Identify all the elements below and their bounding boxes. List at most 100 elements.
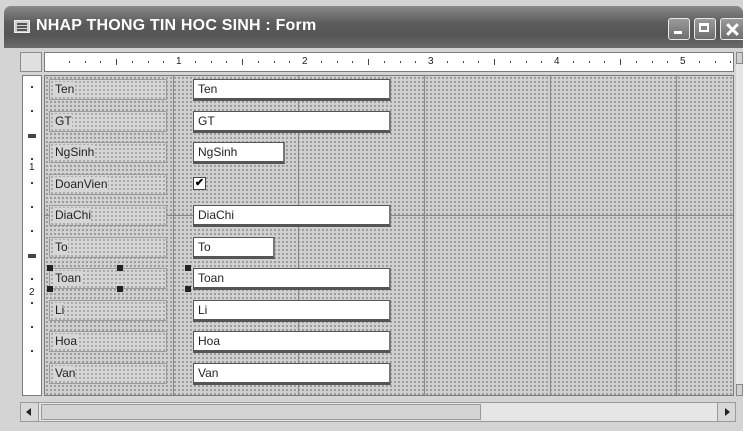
ruler-number: 2 — [29, 287, 35, 298]
field-label-text: NgSinh — [55, 145, 95, 159]
ruler-tick — [100, 61, 102, 63]
horizontal-ruler[interactable]: 1 2 3 4 5 — [44, 52, 734, 72]
selection-handle[interactable] — [185, 265, 191, 271]
ruler-tick — [28, 254, 36, 258]
ruler-tick — [352, 61, 354, 63]
field-label-text: DoanVien — [55, 177, 108, 191]
field-label-gt[interactable]: GT — [49, 111, 167, 132]
ruler-tick — [588, 61, 590, 63]
ruler-tick — [478, 61, 480, 63]
form-design-window: NHAP THONG TIN HOC SINH : Form 12345 12 … — [0, 0, 743, 431]
field-textbox-to[interactable]: To — [193, 237, 275, 259]
field-label-ten[interactable]: Ten — [49, 79, 167, 100]
ruler-tick — [84, 61, 86, 63]
checkmark-icon: ✔ — [194, 177, 205, 189]
ruler-tick — [31, 278, 33, 280]
field-textbox-gt[interactable]: GT — [193, 111, 391, 133]
scroll-right-button[interactable] — [717, 403, 735, 421]
field-label-text: GT — [55, 114, 72, 128]
form-selector[interactable] — [20, 52, 42, 72]
ruler-tick — [572, 61, 574, 63]
field-textbox-value: Toan — [198, 271, 225, 285]
ruler-tick — [210, 61, 212, 63]
title-bar[interactable]: NHAP THONG TIN HOC SINH : Form — [4, 6, 743, 48]
window-title: NHAP THONG TIN HOC SINH : Form — [36, 17, 317, 34]
field-textbox-value: Ten — [198, 82, 218, 96]
ruler-tick — [620, 59, 621, 65]
scroll-left-button[interactable] — [21, 403, 39, 421]
ruler-tick — [68, 61, 70, 63]
ruler-tick — [226, 61, 228, 63]
ruler-tick — [604, 61, 606, 63]
ruler-tick — [494, 59, 495, 65]
ruler-tick — [541, 61, 543, 63]
selection-handle[interactable] — [47, 286, 53, 292]
doanvien-checkbox[interactable]: ✔ — [193, 177, 206, 190]
field-label-van[interactable]: Van — [49, 363, 167, 384]
ruler-number: 1 — [29, 162, 35, 173]
grid-line-vertical — [550, 76, 551, 395]
ruler-tick — [525, 61, 527, 63]
field-textbox-li[interactable]: Li — [193, 300, 391, 322]
ruler-tick — [116, 59, 117, 65]
ruler-tick — [28, 134, 36, 138]
form-detail-section[interactable]: Ten Ten GT GT NgSinh NgSinh DoanVien ✔ DiaChi Dia… — [44, 75, 734, 396]
ruler-number: 4 — [554, 56, 560, 67]
scroll-down-button[interactable] — [736, 384, 743, 396]
minimize-button[interactable] — [668, 18, 690, 40]
ruler-tick — [31, 110, 33, 112]
scroll-up-button[interactable] — [736, 52, 743, 64]
ruler-number: 5 — [680, 56, 686, 67]
form-client-area: 12345 12 Ten Ten GT GT NgSinh NgSinh DoanVien ✔… — [4, 48, 743, 431]
field-label-text: Toan — [55, 271, 82, 285]
field-textbox-diachi[interactable]: DiaChi — [193, 205, 391, 227]
form-icon[interactable] — [14, 20, 30, 33]
selection-handle[interactable] — [47, 265, 53, 271]
field-textbox-ten[interactable]: Ten — [193, 79, 391, 101]
ruler-tick — [31, 230, 33, 232]
field-label-toan[interactable]: Toan — [49, 268, 167, 289]
ruler-tick — [446, 61, 448, 63]
field-textbox-value: DiaChi — [198, 208, 235, 222]
field-textbox-value: GT — [198, 114, 215, 128]
field-textbox-toan[interactable]: Toan — [193, 268, 391, 290]
horizontal-scrollbar[interactable] — [20, 402, 736, 422]
ruler-tick — [415, 61, 417, 63]
field-textbox-value: Hoa — [198, 334, 221, 348]
field-label-li[interactable]: Li — [49, 300, 167, 321]
ruler-tick — [31, 302, 33, 304]
ruler-number: 2 — [302, 56, 308, 67]
grid-line-vertical — [424, 76, 425, 395]
field-label-text: Hoa — [55, 334, 78, 348]
close-button[interactable] — [720, 18, 743, 40]
selection-handle[interactable] — [185, 286, 191, 292]
maximize-button[interactable] — [694, 18, 716, 40]
ruler-tick — [273, 61, 275, 63]
vertical-ruler[interactable]: 12 — [22, 75, 42, 396]
ruler-tick — [31, 206, 33, 208]
field-label-diachi[interactable]: DiaChi — [49, 205, 167, 226]
field-label-hoa[interactable]: Hoa — [49, 331, 167, 352]
ruler-tick — [163, 61, 165, 63]
field-textbox-van[interactable]: Van — [193, 363, 391, 385]
selection-handle[interactable] — [117, 265, 123, 271]
field-textbox-hoa[interactable]: Hoa — [193, 331, 391, 353]
selection-handle[interactable] — [117, 286, 123, 292]
field-label-text: Li — [55, 303, 65, 317]
field-label-text: Van — [55, 366, 76, 380]
field-textbox-ngsinh[interactable]: NgSinh — [193, 142, 285, 164]
field-label-to[interactable]: To — [49, 237, 167, 258]
field-label-text: DiaChi — [55, 208, 92, 222]
ruler-tick — [242, 59, 243, 65]
ruler-tick — [714, 61, 716, 63]
ruler-tick — [31, 158, 33, 160]
vertical-scrollbar[interactable] — [736, 52, 743, 396]
ruler-tick — [31, 350, 33, 352]
ruler-tick — [257, 61, 259, 63]
ruler-tick — [320, 61, 322, 63]
field-label-doanvien[interactable]: DoanVien — [49, 174, 167, 195]
ruler-tick — [509, 61, 511, 63]
scrollbar-thumb[interactable] — [41, 404, 481, 420]
field-label-ngsinh[interactable]: NgSinh — [49, 142, 167, 163]
ruler-tick — [31, 86, 33, 88]
